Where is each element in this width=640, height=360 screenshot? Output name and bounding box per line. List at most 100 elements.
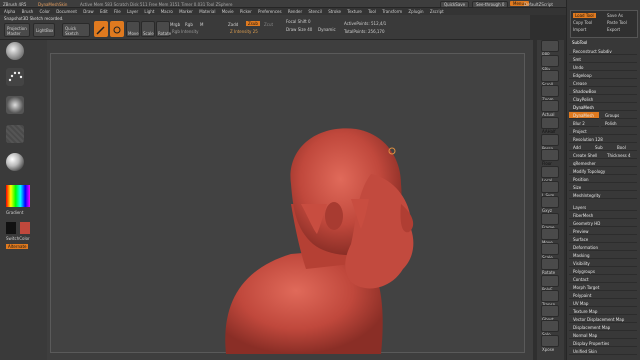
polish-toggle[interactable]: Polish [601, 120, 637, 127]
alternate-toggle[interactable]: Alternate [6, 244, 29, 249]
persp-button[interactable]: Persp [541, 134, 559, 151]
masking-section[interactable]: Masking [569, 252, 637, 259]
transp-button[interactable]: Transp [541, 290, 559, 307]
rotate-mode-button[interactable]: Rotate [156, 21, 171, 37]
lsym-button[interactable]: L.Sym [541, 181, 559, 198]
move-button[interactable]: Move [541, 228, 559, 245]
dynamic-toggle[interactable]: Dynamic [318, 27, 336, 32]
unified-skin-section[interactable]: Unified Skin [569, 348, 637, 355]
material-preview-icon[interactable] [6, 153, 24, 171]
zadd-toggle[interactable]: Zadd [228, 22, 238, 27]
geometry-hd-section[interactable]: Geometry HD [569, 220, 637, 227]
modify-topology-section[interactable]: Modify Topology [569, 168, 637, 175]
polypaint-section[interactable]: Polypaint [569, 292, 637, 299]
bool-button[interactable]: Bool [613, 144, 637, 151]
local-button[interactable]: Local [541, 166, 559, 183]
menu-texture[interactable]: Texture [347, 9, 362, 14]
menu-preferences[interactable]: Preferences [258, 9, 282, 14]
qremesher-section[interactable]: qRemesher [569, 160, 637, 167]
z-intensity-slider[interactable]: Z Intensity 25 [230, 29, 258, 34]
surface-section[interactable]: Surface [569, 236, 637, 243]
shadowbox-section[interactable]: ShadowBox [569, 88, 637, 95]
document-canvas[interactable] [50, 53, 526, 354]
menu-tool[interactable]: Tool [368, 9, 376, 14]
sculpted-head-model[interactable] [51, 54, 526, 354]
subtool-header[interactable]: SubTool [572, 40, 587, 45]
bpr-button[interactable]: BPR [541, 40, 559, 57]
uv-map-section[interactable]: UV Map [569, 300, 637, 307]
projection-master-button[interactable]: Projection Master [4, 23, 30, 37]
scale-mode-button[interactable]: Scale [141, 21, 155, 37]
menu-material[interactable]: Material [199, 9, 215, 14]
blur-slider[interactable]: Blur 2 [569, 120, 599, 127]
menu-stencil[interactable]: Stencil [308, 9, 322, 14]
visibility-section[interactable]: Visibility [569, 260, 637, 267]
display-properties-section[interactable]: Display Properties [569, 340, 637, 347]
dynamesh-section[interactable]: DynaMesh [569, 104, 637, 111]
resolution-slider[interactable]: Resolution 128 [569, 136, 637, 143]
add-button[interactable]: Add [569, 144, 591, 151]
paste-tool-button[interactable]: Paste Tool [607, 20, 627, 25]
draw-mode-button[interactable]: Draw [110, 21, 124, 45]
menu-layer[interactable]: Layer [127, 9, 138, 14]
texture-map-section[interactable]: Texture Map [569, 308, 637, 315]
secondary-color-swatch[interactable] [20, 222, 30, 234]
spix-button[interactable]: SPix [541, 55, 559, 72]
sub-button[interactable]: Sub [591, 144, 613, 151]
fibermesh-section[interactable]: FiberMesh [569, 212, 637, 219]
scale-button[interactable]: Scale [541, 243, 559, 260]
actual-button[interactable]: Actual [541, 100, 559, 117]
polygroups-section[interactable]: Polygroups [569, 268, 637, 275]
rgb-toggle[interactable]: Rgb [185, 22, 193, 27]
xpose-button[interactable]: Xpose [541, 335, 559, 352]
mrgb-toggle[interactable]: Mrgb [170, 22, 180, 27]
project-toggle[interactable]: Project [569, 128, 637, 135]
zcut-toggle[interactable]: Zcut [264, 22, 273, 27]
load-tool-button[interactable]: Load Tool [573, 13, 596, 18]
aahalf-button[interactable]: AAHalf [541, 117, 559, 134]
menu-macro[interactable]: Macro [161, 9, 173, 14]
zoom-button[interactable]: Zoom [541, 85, 559, 102]
polyf-button[interactable]: PolyF [541, 275, 559, 292]
brush-preview-icon[interactable] [6, 42, 24, 60]
switchcolor-label[interactable]: SwitchColor [6, 236, 30, 241]
floor-button[interactable]: Floor [541, 149, 559, 166]
see-through-slider[interactable]: See-through 0 [472, 1, 509, 8]
menu-zscript[interactable]: Zscript [430, 9, 444, 14]
export-button[interactable]: Export [607, 27, 620, 32]
m-toggle[interactable]: M [200, 22, 203, 27]
zsub-toggle[interactable]: Zsub [246, 21, 260, 26]
quick-sketch-button[interactable]: Quick Sketch [62, 23, 90, 37]
import-button[interactable]: Import [573, 27, 586, 32]
layers-section[interactable]: Layers [569, 204, 637, 211]
undo-button[interactable]: Undo [569, 64, 637, 71]
default-zscript[interactable]: DefaultZScript [524, 2, 553, 7]
menu-movie[interactable]: Movie [222, 9, 234, 14]
alpha-preview-icon[interactable] [6, 96, 24, 114]
size-section[interactable]: Size [569, 184, 637, 191]
reconstruct-subdiv-button[interactable]: Reconstruct Subdiv [569, 48, 637, 55]
deformation-section[interactable]: Deformation [569, 244, 637, 251]
move-mode-button[interactable]: Move [126, 21, 140, 37]
lightbox-button[interactable]: LightBox [33, 23, 55, 37]
claypolish-section[interactable]: ClayPolish [569, 96, 637, 103]
menu-file[interactable]: File [114, 9, 121, 14]
vector-displacement-map-section[interactable]: Vector Displacement Map [569, 316, 637, 323]
menu-marker[interactable]: Marker [179, 9, 193, 14]
edgeloop-section[interactable]: Edgeloop [569, 72, 637, 79]
groups-toggle[interactable]: Groups [601, 112, 637, 119]
color-picker-icon[interactable] [6, 185, 30, 207]
menu-document[interactable]: Document [56, 9, 77, 14]
crease-section[interactable]: Crease [569, 80, 637, 87]
gradient-label[interactable]: Gradient [6, 210, 23, 215]
menu-light[interactable]: Light [144, 9, 154, 14]
menu-alpha[interactable]: Alpha [4, 9, 15, 14]
texture-preview-icon[interactable] [6, 125, 24, 143]
frame-button[interactable]: Frame [541, 213, 559, 230]
create-shell-button[interactable]: Create Shell [569, 152, 603, 159]
displacement-map-section[interactable]: Displacement Map [569, 324, 637, 331]
rotate-button[interactable]: Rotate [541, 258, 559, 275]
menu-stroke[interactable]: Stroke [328, 9, 341, 14]
menu-edit[interactable]: Edit [100, 9, 108, 14]
menu-color[interactable]: Color [39, 9, 49, 14]
